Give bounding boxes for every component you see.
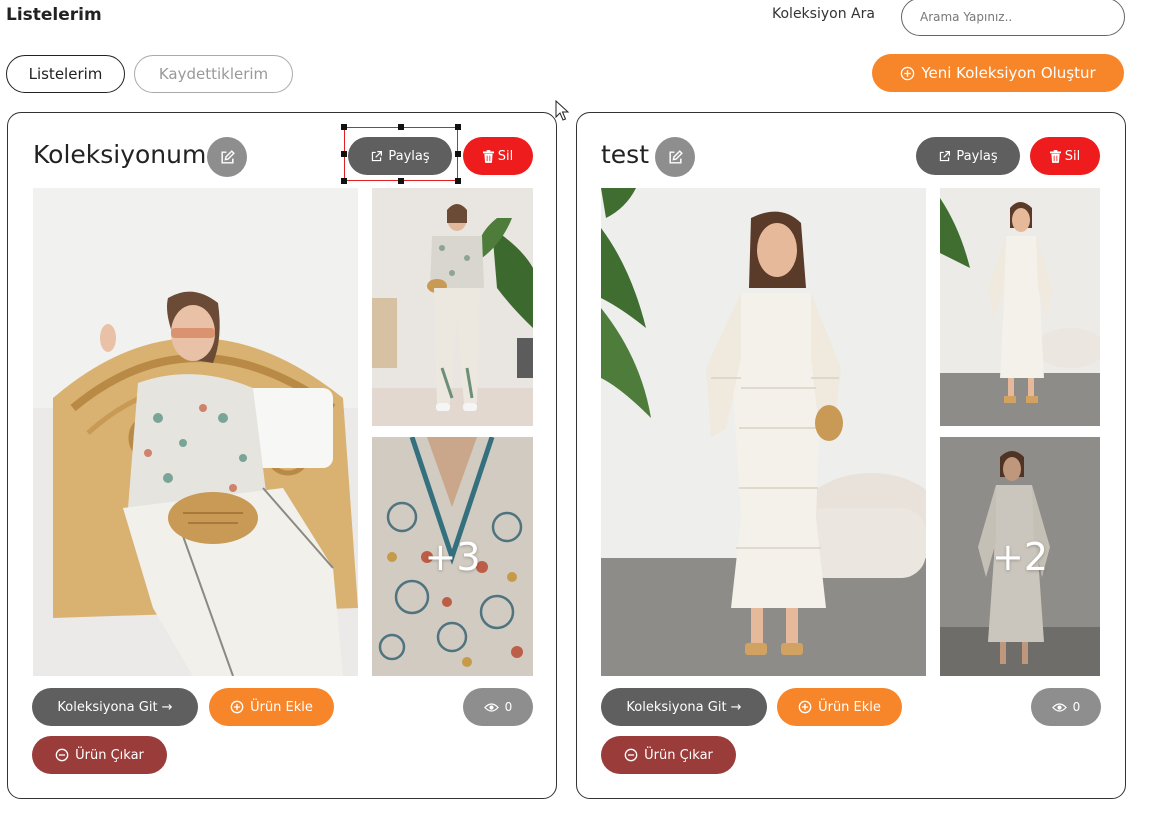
product-image-more[interactable]: +2 [940, 437, 1100, 676]
share-label: Paylaş [388, 148, 430, 164]
search-label: Koleksiyon Ara [772, 6, 875, 22]
go-to-collection-button[interactable]: Koleksiyona Git → [32, 688, 198, 726]
trash-icon [482, 149, 494, 163]
plus-circle-icon [901, 66, 915, 80]
delete-label: Sil [1064, 148, 1081, 164]
add-product-label: Ürün Ekle [250, 699, 313, 715]
edit-title-button[interactable] [207, 137, 247, 177]
collection-card: test Paylaş Sil +2 Koleksiyona Git → Ürü… [576, 112, 1126, 799]
collection-title: test [601, 140, 650, 169]
share-label: Paylaş [956, 148, 998, 164]
remove-product-button[interactable]: Ürün Çıkar [601, 736, 736, 774]
pencil-square-icon [220, 149, 235, 164]
add-product-button[interactable]: Ürün Ekle [777, 688, 902, 726]
go-to-collection-label: Koleksiyona Git → [626, 699, 742, 715]
product-image-main[interactable] [33, 188, 358, 676]
delete-button[interactable]: Sil [1030, 137, 1100, 175]
pencil-square-icon [668, 149, 683, 164]
mouse-pointer-icon [555, 100, 569, 121]
search-input[interactable] [901, 0, 1125, 36]
collection-card: Koleksiyonum Paylaş Sil +3 Koleksiyona G… [7, 112, 557, 799]
remove-product-button[interactable]: Ürün Çıkar [32, 736, 167, 774]
go-to-collection-button[interactable]: Koleksiyona Git → [601, 688, 767, 726]
remove-product-label: Ürün Çıkar [75, 747, 144, 763]
go-to-collection-label: Koleksiyona Git → [57, 699, 173, 715]
delete-button[interactable]: Sil [463, 137, 533, 175]
new-collection-button[interactable]: Yeni Koleksiyon Oluştur [872, 54, 1124, 92]
product-image-more[interactable]: +3 [372, 437, 533, 676]
eye-icon [483, 702, 499, 712]
plus-circle-icon [230, 700, 244, 714]
page-title: Listelerim [6, 5, 102, 25]
tab-listelerim[interactable]: Listelerim [6, 55, 125, 93]
add-product-label: Ürün Ekle [818, 699, 881, 715]
views-count: 0 [504, 700, 513, 714]
share-button[interactable]: Paylaş [916, 137, 1020, 175]
add-product-button[interactable]: Ürün Ekle [209, 688, 334, 726]
views-badge: 0 [1031, 688, 1101, 726]
trash-icon [1049, 149, 1061, 163]
delete-label: Sil [497, 148, 514, 164]
remove-product-label: Ürün Çıkar [644, 747, 713, 763]
views-count: 0 [1072, 700, 1081, 714]
more-count-label: +3 [424, 534, 481, 579]
tab-kaydettiklerim[interactable]: Kaydettiklerim [134, 55, 293, 93]
minus-circle-icon [624, 748, 638, 762]
more-count-label: +2 [991, 534, 1049, 579]
product-image-secondary[interactable] [372, 188, 533, 426]
share-button[interactable]: Paylaş [348, 137, 452, 175]
new-collection-label: Yeni Koleksiyon Oluştur [921, 64, 1096, 82]
external-link-icon [372, 150, 383, 161]
product-image-main[interactable] [601, 188, 926, 676]
views-badge: 0 [463, 688, 533, 726]
plus-circle-icon [798, 700, 812, 714]
product-image-secondary[interactable] [940, 188, 1100, 426]
external-link-icon [940, 150, 951, 161]
collection-title: Koleksiyonum [33, 140, 207, 169]
minus-circle-icon [55, 748, 69, 762]
edit-title-button[interactable] [655, 137, 695, 177]
eye-icon [1051, 702, 1067, 712]
